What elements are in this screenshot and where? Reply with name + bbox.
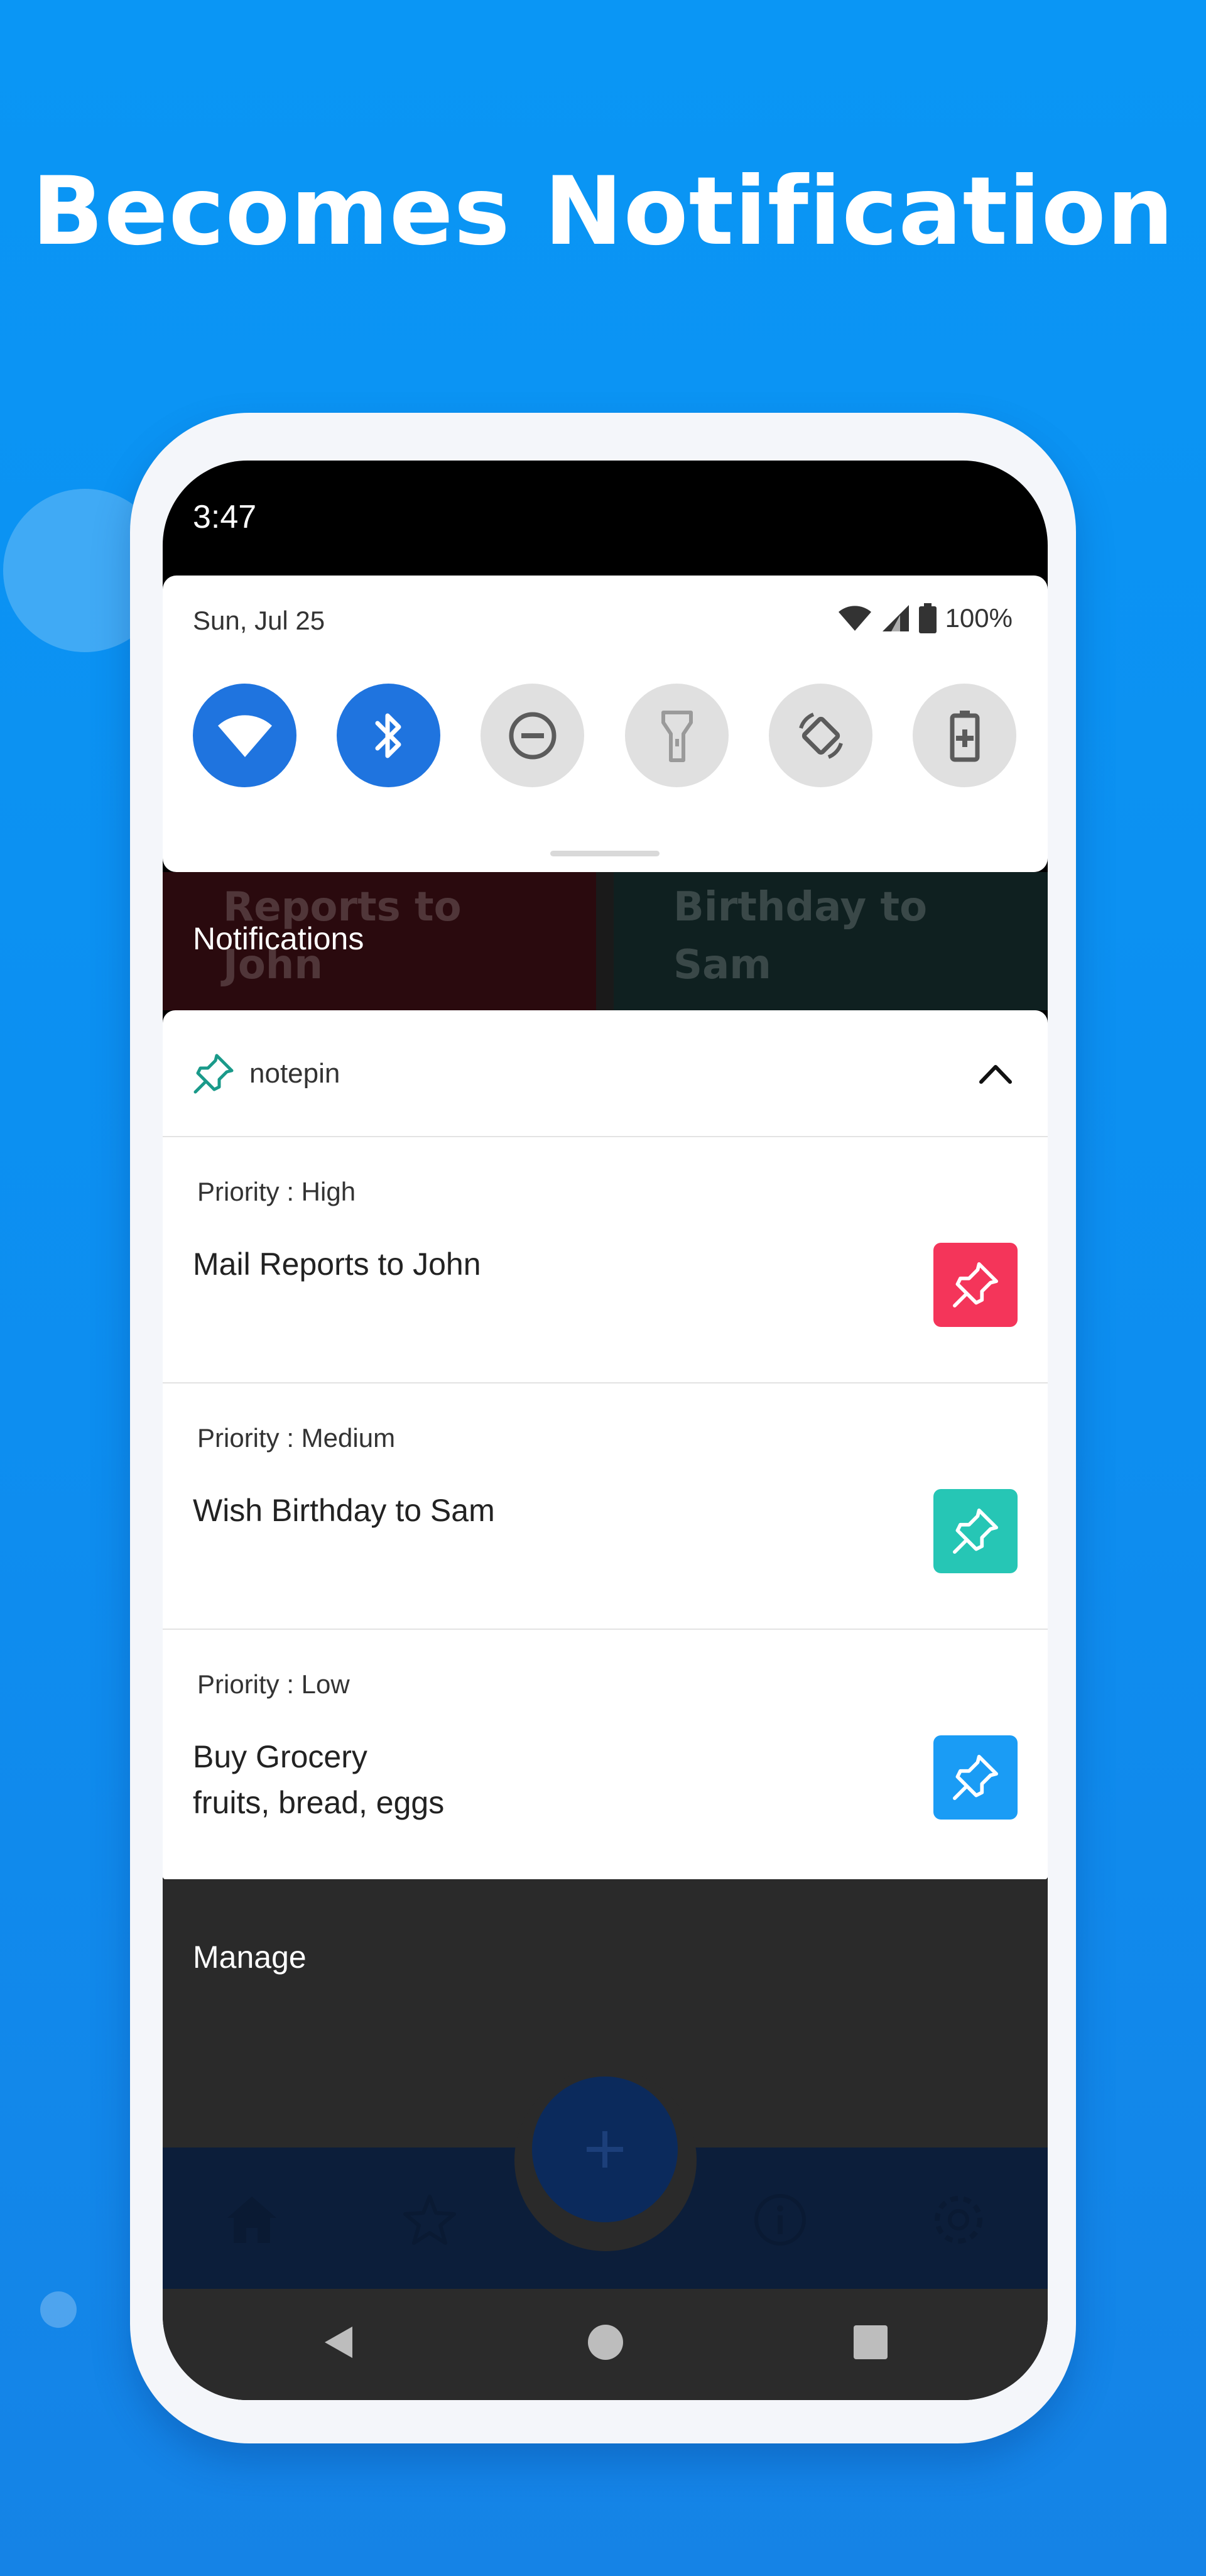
- qs-drag-handle[interactable]: [550, 851, 660, 856]
- flashlight-icon: [661, 710, 693, 762]
- notification-item[interactable]: Priority : Low Buy Grocery fruits, bread…: [163, 1629, 1048, 1875]
- status-time: 3:47: [193, 499, 257, 535]
- notification-item[interactable]: Priority : High Mail Reports to John: [163, 1136, 1048, 1384]
- system-nav-bar: [163, 2289, 1048, 2400]
- qs-status-icons: 100%: [837, 603, 1013, 633]
- notification-title: Wish Birthday to Sam: [193, 1493, 495, 1528]
- dnd-icon: [509, 712, 556, 759]
- notification-pin-button[interactable]: [933, 1243, 1018, 1327]
- notification-group: notepin Priority : High Mail Reports to …: [163, 1010, 1048, 1879]
- headline: Becomes Notification: [31, 157, 1175, 266]
- settings-icon[interactable]: [930, 2191, 987, 2248]
- notification-body: fruits, bread, eggs: [193, 1785, 445, 1820]
- quick-settings-panel: Sun, Jul 25 100%: [163, 576, 1048, 872]
- background-card-right-text: Birthday to Sam: [673, 884, 928, 988]
- add-note-fab[interactable]: [532, 2077, 678, 2222]
- bluetooth-icon: [375, 713, 401, 758]
- phone-screen: 3:47 Reports to John Birthday to Sam Not…: [163, 461, 1048, 2400]
- notification-app-row[interactable]: notepin: [163, 1010, 1048, 1137]
- notification-title: Mail Reports to John: [193, 1247, 481, 1282]
- back-icon[interactable]: [320, 2323, 359, 2362]
- home-circle-icon[interactable]: [586, 2323, 625, 2362]
- qs-tile-dnd[interactable]: [481, 684, 584, 787]
- recents-icon[interactable]: [851, 2323, 890, 2362]
- notification-pin-button[interactable]: [933, 1735, 1018, 1820]
- pin-icon: [953, 1262, 998, 1307]
- wifi-icon: [217, 714, 272, 757]
- manage-button[interactable]: Manage: [193, 1939, 307, 1975]
- star-icon[interactable]: [401, 2191, 458, 2248]
- pin-icon: [953, 1509, 998, 1554]
- decorative-circle-small: [40, 2291, 77, 2328]
- info-icon[interactable]: [752, 2191, 808, 2248]
- battery-icon: [918, 603, 937, 633]
- battery-percent: 100%: [945, 603, 1013, 633]
- qs-tile-rotate[interactable]: [769, 684, 872, 787]
- notification-app-name: notepin: [249, 1058, 340, 1089]
- wifi-status-icon: [838, 606, 871, 631]
- background-card-right: Birthday to Sam: [614, 872, 1048, 1010]
- signal-icon: [882, 605, 909, 631]
- qs-date[interactable]: Sun, Jul 25: [193, 606, 325, 636]
- qs-tiles: [193, 684, 1018, 787]
- rotate-icon: [798, 712, 843, 759]
- pin-icon: [193, 1054, 234, 1094]
- notification-title: Buy Grocery: [193, 1739, 367, 1774]
- background-card-divider: [596, 872, 614, 1010]
- notification-pin-button[interactable]: [933, 1489, 1018, 1573]
- qs-tile-bluetooth[interactable]: [337, 684, 440, 787]
- qs-tile-flashlight[interactable]: [625, 684, 729, 787]
- qs-tile-wifi[interactable]: [193, 684, 296, 787]
- battery-saver-icon: [950, 710, 979, 761]
- home-icon[interactable]: [224, 2191, 280, 2248]
- notification-priority: Priority : Low: [197, 1669, 350, 1699]
- pin-icon: [953, 1755, 998, 1800]
- notification-priority: Priority : High: [197, 1177, 356, 1206]
- notifications-label: Notifications: [193, 921, 364, 956]
- qs-tile-battery-saver[interactable]: [913, 684, 1016, 787]
- plus-icon: [587, 2131, 623, 2168]
- chevron-up-icon[interactable]: [976, 1054, 1015, 1093]
- notification-item[interactable]: Priority : Medium Wish Birthday to Sam: [163, 1382, 1048, 1630]
- notification-priority: Priority : Medium: [197, 1423, 396, 1453]
